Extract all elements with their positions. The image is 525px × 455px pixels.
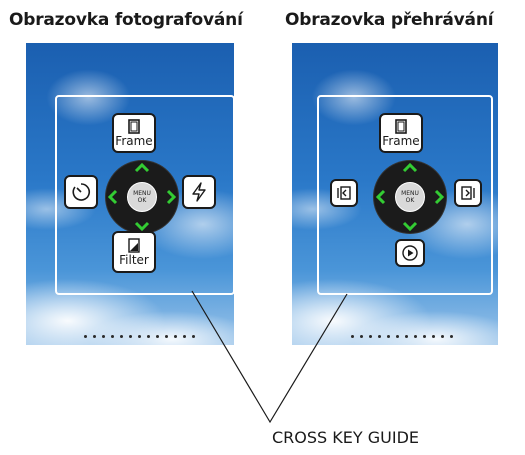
callout-lines [191,290,348,424]
cross-key-guide-caption: CROSS KEY GUIDE [272,428,419,447]
